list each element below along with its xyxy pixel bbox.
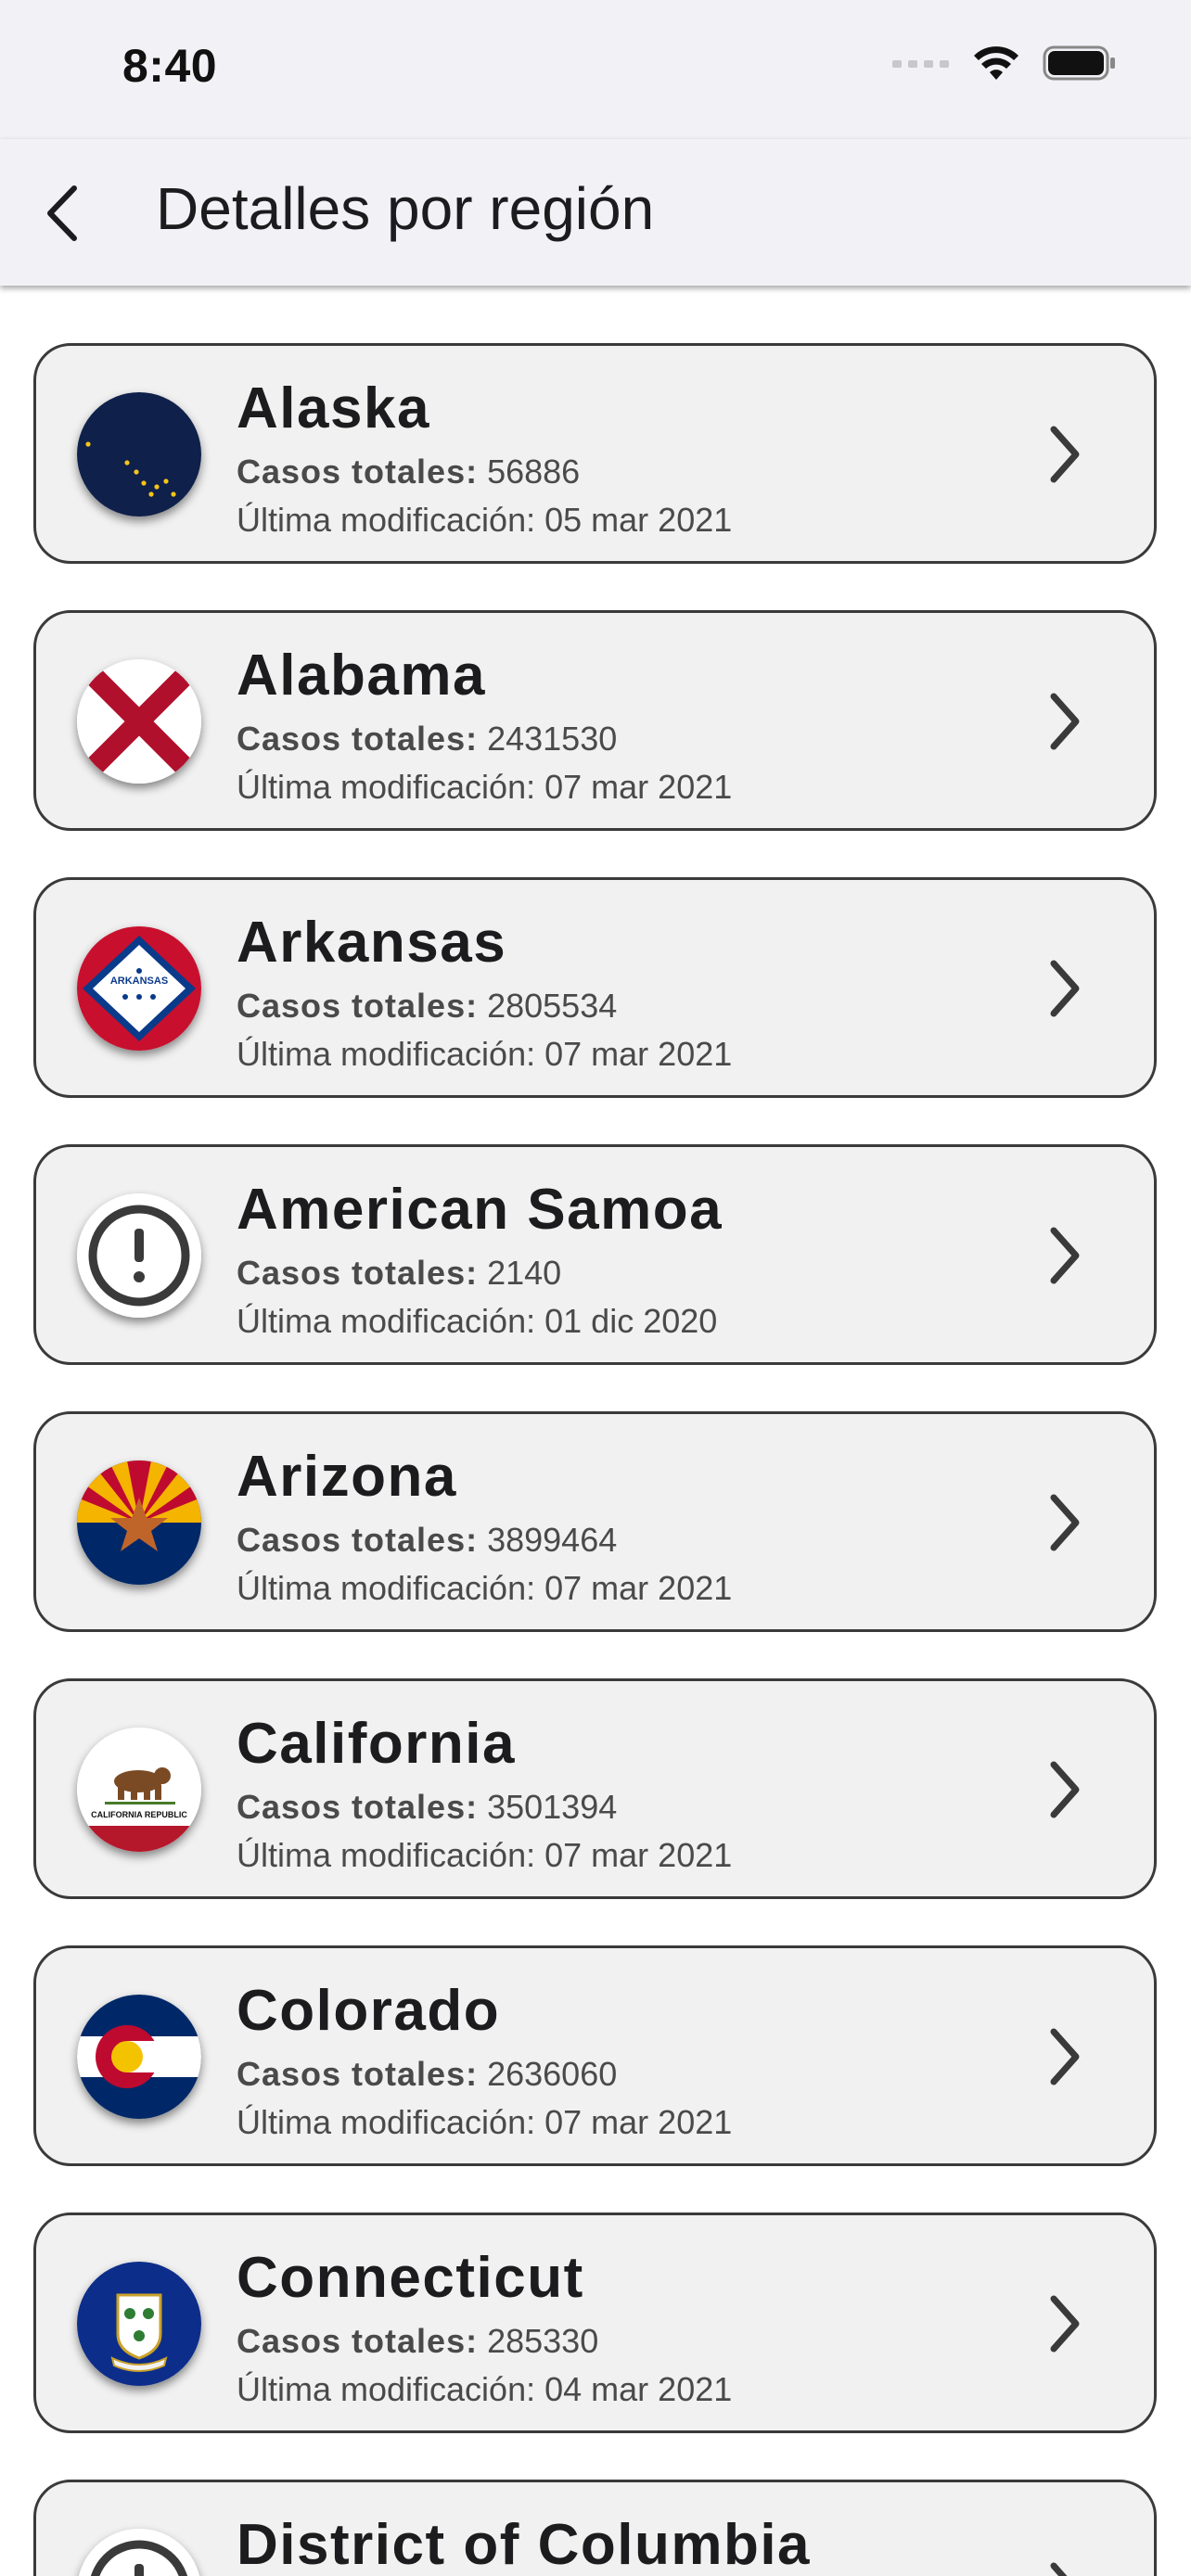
cases-value: 2636060 [487, 2055, 618, 2093]
chevron-right-icon [1050, 2562, 1068, 2576]
connecticut-flag-icon [77, 2262, 201, 2386]
modified-line: Última modificación: 04 mar 2021 [237, 2366, 1024, 2414]
cases-line: Casos totales: 2140 [237, 1249, 1024, 1297]
region-card-arkansas[interactable]: ARKANSAS Arkansas Casos totales: 2805534… [33, 877, 1157, 1098]
california-flag-icon: CALIFORNIA REPUBLIC [77, 1728, 201, 1852]
modified-label: Última modificación: [237, 768, 536, 806]
arkansas-flag-text: ARKANSAS [110, 976, 168, 987]
chevron-right-icon [1050, 1227, 1080, 1284]
cases-label: Casos totales: [237, 987, 479, 1025]
cases-line: Casos totales: 2805534 [237, 982, 1024, 1030]
alert-icon [77, 1193, 201, 1318]
alabama-flag-icon [77, 659, 201, 784]
chevron-right-icon [1050, 2295, 1080, 2353]
cases-value: 2431530 [487, 720, 618, 758]
cases-value: 56886 [487, 453, 581, 491]
region-list[interactable]: Alaska Casos totales: 56886 Última modif… [0, 286, 1191, 2576]
chevron-right-icon [1050, 960, 1080, 1017]
region-card-connecticut[interactable]: Connecticut Casos totales: 285330 Última… [33, 2213, 1157, 2433]
cases-label: Casos totales: [237, 1254, 479, 1292]
region-name: Alabama [237, 644, 486, 708]
cases-line: Casos totales: 285330 [237, 2317, 1024, 2366]
chevron-right-icon [1050, 426, 1080, 483]
region-card-district-of-columbia[interactable]: District of Columbia [33, 2480, 1157, 2576]
cases-label: Casos totales: [237, 2322, 479, 2360]
chevron-right-icon [1050, 1494, 1080, 1551]
region-card-alabama[interactable]: Alabama Casos totales: 2431530 Última mo… [33, 610, 1157, 831]
modified-value: 07 mar 2021 [544, 1836, 733, 1874]
region-name: American Samoa [237, 1178, 724, 1242]
arizona-flag-icon [77, 1460, 201, 1585]
region-card-colorado[interactable]: Colorado Casos totales: 2636060 Última m… [33, 1945, 1157, 2166]
alert-icon [77, 2529, 201, 2576]
modified-label: Última modificación: [237, 1035, 536, 1073]
status-icons [892, 45, 1117, 86]
back-button[interactable] [33, 176, 93, 250]
chevron-right-icon [1050, 2028, 1080, 2085]
cases-value: 3501394 [487, 1788, 618, 1826]
cases-line: Casos totales: 2431530 [237, 715, 1024, 763]
region-name: Colorado [237, 1979, 501, 2043]
page-title: Detalles por región [156, 175, 655, 242]
region-card-american-samoa[interactable]: American Samoa Casos totales: 2140 Últim… [33, 1144, 1157, 1365]
chevron-right-icon [1050, 693, 1080, 750]
region-card-california[interactable]: CALIFORNIA REPUBLIC California Casos tot… [33, 1678, 1157, 1899]
cases-label: Casos totales: [237, 720, 479, 758]
status-time: 8:40 [122, 40, 218, 92]
region-name: District of Columbia [237, 2513, 812, 2576]
modified-value: 01 dic 2020 [544, 1302, 718, 1340]
wifi-icon [972, 45, 1020, 86]
cases-value: 285330 [487, 2322, 599, 2360]
chevron-left-icon [47, 185, 77, 241]
cases-line: Casos totales: 3899464 [237, 1516, 1024, 1564]
chevron-right-icon [1050, 1761, 1080, 1818]
modified-value: 07 mar 2021 [544, 768, 733, 806]
navigation-bar: Detalles por región [0, 139, 1191, 286]
cases-line: Casos totales: 3501394 [237, 1783, 1024, 1831]
cases-label: Casos totales: [237, 453, 479, 491]
alaska-flag-icon [77, 392, 201, 516]
modified-value: 07 mar 2021 [544, 2103, 733, 2141]
cases-label: Casos totales: [237, 2055, 479, 2093]
battery-icon [1043, 45, 1117, 86]
modified-line: Última modificación: 05 mar 2021 [237, 496, 1024, 544]
modified-value: 07 mar 2021 [544, 1035, 733, 1073]
modified-value: 04 mar 2021 [544, 2370, 733, 2408]
modified-line: Última modificación: 07 mar 2021 [237, 1030, 1024, 1078]
modified-line: Última modificación: 01 dic 2020 [237, 1297, 1024, 1345]
arkansas-flag-icon: ARKANSAS [77, 926, 201, 1051]
modified-value: 05 mar 2021 [544, 501, 733, 539]
region-card-alaska[interactable]: Alaska Casos totales: 56886 Última modif… [33, 343, 1157, 564]
modified-label: Última modificación: [237, 1302, 536, 1340]
modified-line: Última modificación: 07 mar 2021 [237, 1831, 1024, 1880]
cases-value: 3899464 [487, 1521, 618, 1559]
region-name: Arizona [237, 1445, 457, 1509]
modified-label: Última modificación: [237, 1836, 536, 1874]
region-name: Arkansas [237, 911, 507, 975]
region-card-arizona[interactable]: Arizona Casos totales: 3899464 Última mo… [33, 1411, 1157, 1632]
region-name: Connecticut [237, 2246, 584, 2310]
modified-line: Última modificación: 07 mar 2021 [237, 763, 1024, 811]
region-name: California [237, 1712, 516, 1776]
colorado-flag-icon [77, 1995, 201, 2119]
cases-label: Casos totales: [237, 1521, 479, 1559]
cases-line: Casos totales: 2636060 [237, 2050, 1024, 2098]
modified-label: Última modificación: [237, 2370, 536, 2408]
cases-value: 2805534 [487, 987, 618, 1025]
modified-label: Última modificación: [237, 2103, 536, 2141]
cases-label: Casos totales: [237, 1788, 479, 1826]
cases-line: Casos totales: 56886 [237, 448, 1024, 496]
modified-line: Última modificación: 07 mar 2021 [237, 1564, 1024, 1613]
modified-label: Última modificación: [237, 501, 536, 539]
modified-value: 07 mar 2021 [544, 1569, 733, 1607]
california-flag-text: CALIFORNIA REPUBLIC [91, 1810, 187, 1819]
status-bar: 8:40 [0, 0, 1191, 139]
cases-value: 2140 [487, 1254, 562, 1292]
modified-line: Última modificación: 07 mar 2021 [237, 2098, 1024, 2147]
signal-dots-icon [892, 57, 950, 74]
region-name: Alaska [237, 376, 430, 440]
modified-label: Última modificación: [237, 1569, 536, 1607]
